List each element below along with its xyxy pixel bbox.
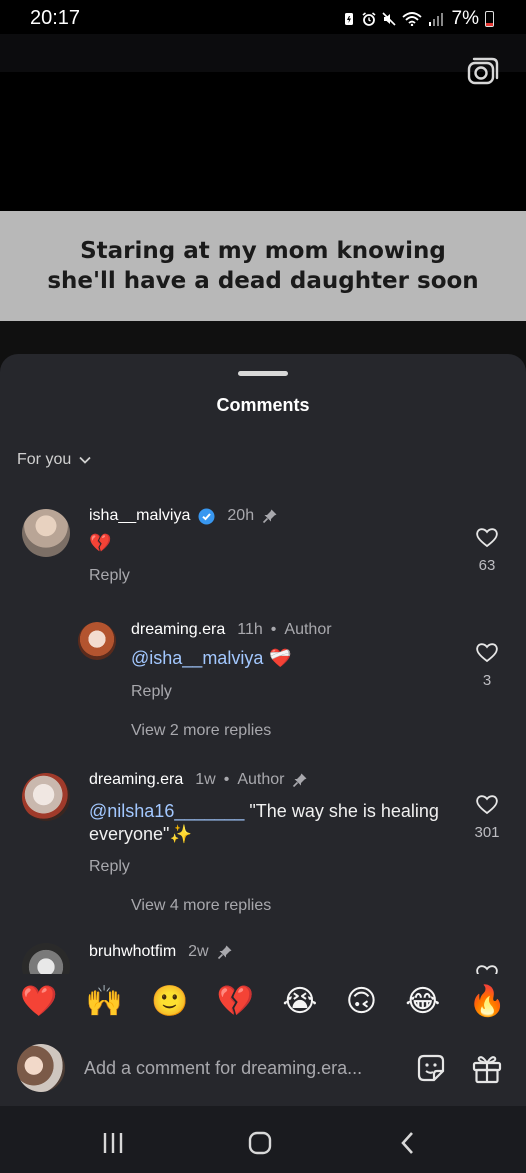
signal-icon [428,13,443,26]
like-group[interactable]: 63 [467,526,507,574]
reply-button[interactable]: Reply [89,567,130,585]
sticker-icon[interactable] [414,1051,448,1085]
like-count: 301 [474,824,500,841]
back-icon[interactable] [393,1128,423,1158]
comment-time: 20h [227,507,255,524]
comment-input-row [0,1031,526,1106]
video-caption: Staring at my mom knowing she'll have a … [47,238,479,294]
comment-username[interactable]: dreaming.era [89,771,183,789]
emoji-slight-smile[interactable]: 🙂 [151,987,188,1017]
avatar[interactable] [22,509,70,557]
mention-link[interactable]: @nilsha16_______ [89,801,244,821]
author-label: Author [237,771,285,788]
pin-icon [263,509,277,524]
emoji-heart[interactable]: ❤️ [20,987,57,1017]
comment-username[interactable]: dreaming.era [131,621,225,639]
comment-username[interactable]: bruhwhotfim [89,943,176,961]
author-label: Author [284,621,332,638]
emoji-broken-heart[interactable]: 💔 [217,987,254,1017]
heart-icon[interactable] [475,526,499,548]
avatar[interactable] [22,773,70,821]
status-icons: 7% [342,8,494,30]
battery-saver-icon [344,13,353,25]
comment-text: ❤️‍🩹 [269,648,292,669]
reply-button[interactable]: Reply [89,858,130,876]
verified-badge-icon [198,508,215,524]
view-more-replies[interactable]: View 2 more replies [131,722,271,740]
heart-icon[interactable] [475,793,499,815]
like-count: 63 [478,557,496,574]
system-nav-bar [0,1106,526,1173]
sheet-title: Comments [216,395,310,415]
emoji-quick-bar: ❤️ 🙌 🙂 💔 😭 🙃 😂 🔥 [0,973,526,1031]
status-bar: 20:17 7% [0,0,526,34]
chevron-down-icon [79,456,91,464]
alarm-icon [362,12,376,26]
gift-icon[interactable] [470,1051,504,1085]
comment-text: 💔 [89,533,112,554]
avatar[interactable] [22,943,70,974]
sort-dropdown[interactable]: For you [17,451,93,469]
comment-username[interactable]: isha__malviya [89,507,190,525]
pin-icon [293,773,307,788]
status-time: 20:17 [30,7,81,29]
comment-body: @nilsha16_______ "The way she is healing… [89,800,459,846]
mute-icon [381,12,396,26]
avatar[interactable] [78,622,116,660]
emoji-crying[interactable]: 😭 [282,987,317,1017]
emoji-upside-down[interactable]: 🙃 [346,987,377,1017]
comment-time: 2w [188,943,209,960]
battery-percent: 7% [451,8,479,29]
emoji-fire[interactable]: 🔥 [468,987,505,1017]
recent-apps-icon[interactable] [98,1128,128,1158]
like-count: 3 [482,672,492,689]
comments-list[interactable]: isha__malviya 20h 💔 Reply 63 dreaming.er… [0,504,526,974]
like-group[interactable]: 301 [467,793,507,841]
home-icon[interactable] [245,1128,275,1158]
mention-link[interactable]: @isha__malviya [131,647,263,670]
heart-icon[interactable] [475,641,499,663]
caption-band: Staring at my mom knowing she'll have a … [0,211,526,321]
battery-icon [485,11,494,27]
video-area[interactable]: Staring at my mom knowing she'll have a … [0,34,526,371]
pin-icon [217,945,232,960]
wifi-icon [401,12,422,26]
comments-sheet: Comments For you isha__malviya 20h 💔 Rep… [0,354,526,1106]
camera-icon[interactable] [466,54,500,88]
avatar[interactable] [17,1044,65,1092]
reply-button[interactable]: Reply [131,683,172,701]
comment-time: 1w [195,771,216,788]
emoji-laughing[interactable]: 😂 [405,987,440,1017]
sort-label: For you [17,451,72,468]
comment-input[interactable] [84,1053,394,1083]
like-group[interactable]: 3 [467,641,507,689]
drag-handle[interactable] [238,371,288,376]
view-more-replies[interactable]: View 4 more replies [131,897,271,915]
emoji-raised-hands[interactable]: 🙌 [86,987,123,1017]
comment-time: 11h [237,621,263,638]
